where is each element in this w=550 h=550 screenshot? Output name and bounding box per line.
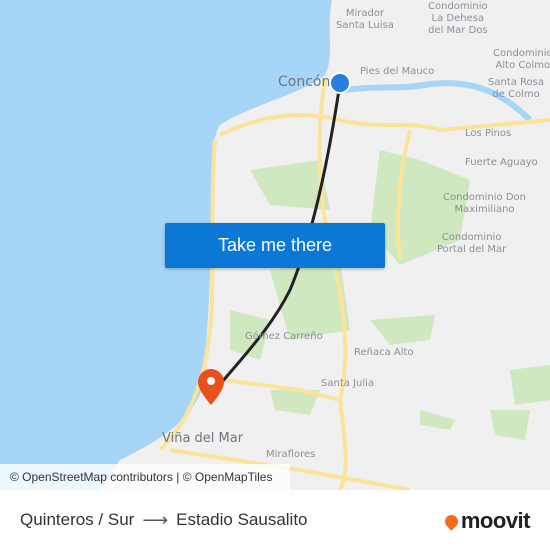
map-label: Santa Julia [321,378,375,389]
map-label: Condominio Alto Colmo [493,48,550,71]
map-label: Mirador Santa Luisa [336,8,394,31]
map[interactable]: Mirador Santa Luisa Condominio La Dehesa… [0,0,550,490]
map-label: Condominio Don Maximiliano [443,192,526,215]
origin-marker[interactable] [329,72,351,94]
map-label: Condominio Portal del Mar [437,232,507,255]
map-label: Fuerte Aguayo [465,157,538,168]
brand-name: moovit [460,508,531,533]
map-attribution[interactable]: © OpenStreetMap contributors | © OpenMap… [0,464,290,490]
map-label: Reñaca Alto [354,347,414,358]
arrow-right-icon: ⟶ [142,509,169,530]
map-label: Gómez Carreño [245,331,323,342]
map-label: Condominio La Dehesa del Mar Dos [428,1,488,36]
take-me-there-button[interactable]: Take me there [165,223,385,268]
map-label: Los Pinos [465,128,512,139]
map-label: Miraflores [266,449,316,460]
roads [158,79,550,490]
moovit-pin-icon [442,511,461,531]
map-label: Concón [278,74,331,90]
map-label: Viña del Mar [162,431,244,446]
moovit-logo[interactable]: moovit [442,508,531,534]
destination-pin[interactable] [198,369,224,405]
map-label: Pies del Mauco [360,66,435,77]
destination-name: Estadio Sausalito [176,510,308,529]
origin-name: Quinteros / Sur [20,510,135,529]
map-label: Santa Rosa de Colmo [488,77,544,100]
